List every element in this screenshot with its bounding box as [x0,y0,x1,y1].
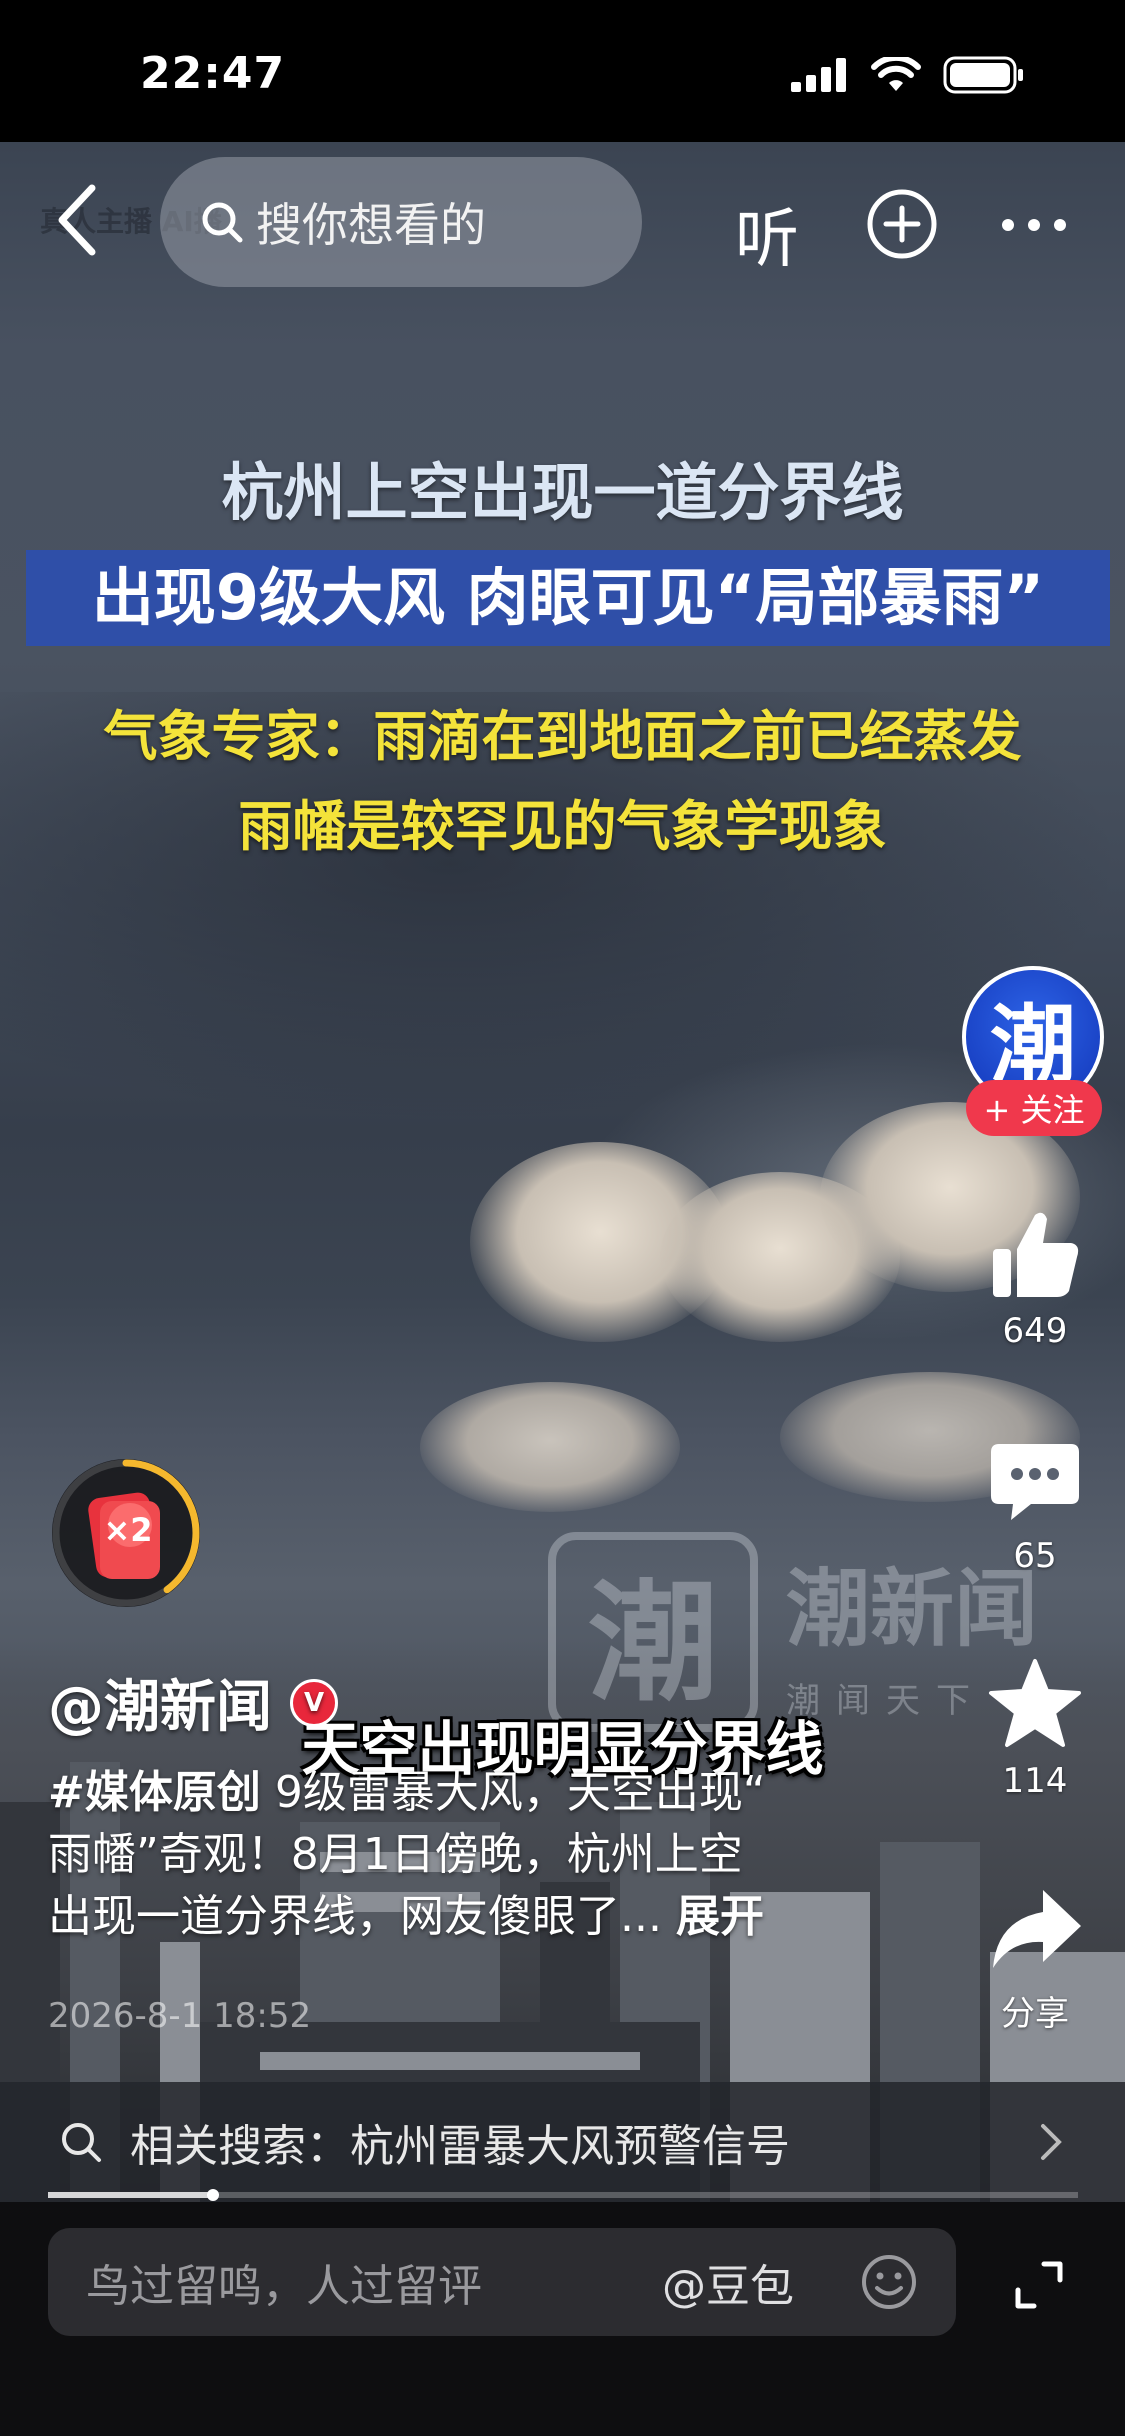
wifi-icon [871,57,921,91]
desc-line: 出现一道分界线，网友傻眼了... [48,1891,662,1942]
more-icon[interactable] [998,210,1070,240]
star-icon [989,1659,1081,1747]
author-name[interactable]: @潮新闻 V [48,1662,338,1743]
search-icon [202,202,243,243]
share-button[interactable]: 分享 [970,1880,1100,2035]
emoji-icon[interactable] [860,2253,918,2311]
author-name-text: @潮新闻 [48,1675,272,1740]
thumbs-up-icon [993,1212,1079,1297]
post-time: 2026-8-1 18:52 [48,1996,312,2036]
playback-scrubber[interactable] [206,2189,219,2201]
verified-badge: V [290,1678,338,1727]
related-search-bar[interactable]: 相关搜索：杭州雷暴大风预警信号 [0,2082,1125,2202]
status-icons [791,56,1025,94]
comment-button[interactable]: 65 [970,1430,1100,1576]
expand-link[interactable]: 展开 [676,1891,764,1942]
mention-doubao-button[interactable]: @豆包 [662,2250,794,2314]
related-search-text: 相关搜索：杭州雷暴大风预警信号 [130,2121,790,2172]
back-icon[interactable] [48,180,108,260]
desc-hashtag[interactable]: #媒体原创 [48,1767,261,1818]
cloud [420,1382,680,1512]
comment-placeholder: 鸟过留鸣，人过留评 [86,2261,482,2312]
share-icon [993,1890,1081,1968]
comment-input[interactable]: 鸟过留鸣，人过留评 @豆包 [48,2228,956,2336]
signal-icon [791,58,846,92]
comment-count: 65 [1013,1536,1057,1576]
battery-icon [943,56,1023,94]
search-bar[interactable]: 搜你想看的 [160,157,642,287]
subhead-line: 气象专家：雨滴在到地面之前已经蒸发 [103,705,1022,768]
fullscreen-icon[interactable] [1012,2258,1066,2312]
playback-progress[interactable] [48,2189,1078,2201]
add-icon[interactable] [866,188,938,260]
favorite-button[interactable]: 114 [970,1655,1100,1801]
video-headline-band: 出现9级大风 肉眼可见“局部暴雨” [26,550,1110,646]
status-bar: 22:47 [0,0,1125,142]
chevron-right-icon [1041,2124,1062,2160]
red-packet-timer[interactable]: ×2 [48,1455,204,1611]
listen-button[interactable]: 听 [735,188,799,280]
subhead-line: 雨幡是较罕见的气象学现象 [238,795,887,858]
desc-line: 9级雷暴大风，天空出现“ [274,1767,766,1818]
follow-button[interactable]: + 关注 [966,1080,1102,1136]
share-label: 分享 [1001,1994,1069,2034]
desc-line: 雨幡”奇观！8月1日傍晚，杭州上空 [48,1829,743,1880]
comment-icon [991,1444,1079,1520]
favorite-count: 114 [1002,1761,1068,1801]
search-placeholder: 搜你想看的 [256,198,486,252]
post-description[interactable]: #媒体原创 9级雷暴大风，天空出现“ 雨幡”奇观！8月1日傍晚，杭州上空 出现一… [48,1762,928,1948]
comment-bar: 鸟过留鸣，人过留评 @豆包 [0,2202,1125,2436]
like-count: 649 [1002,1311,1068,1351]
search-icon [62,2123,101,2162]
video-headline: 杭州上空出现一道分界线 [221,456,904,529]
red-packet-multiplier: ×2 [103,1511,153,1549]
status-time: 22:47 [140,48,286,99]
like-button[interactable]: 649 [970,1205,1100,1351]
video-subhead: 气象专家：雨滴在到地面之前已经蒸发 雨幡是较罕见的气象学现象 [0,692,1125,872]
playback-progress-fill [48,2192,213,2198]
